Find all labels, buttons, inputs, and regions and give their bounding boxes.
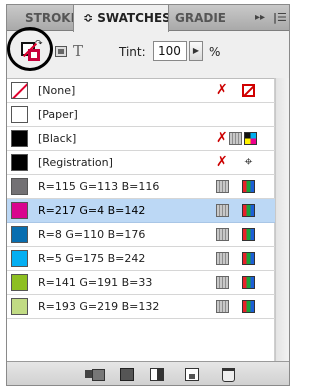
process-color-icon [216,180,229,193]
rgb-mode-icon [242,180,255,193]
delete-swatch-icon[interactable] [222,368,235,382]
tint-input[interactable] [153,41,187,61]
swatch-list-scrollbar[interactable] [275,78,289,361]
tint-percent-label: % [209,45,221,59]
swatch-row[interactable]: R=8 G=110 B=176 [7,223,275,247]
swatch-row[interactable]: R=115 G=113 B=116 [7,175,275,199]
swatch-row-none[interactable]: [None] ✗ [7,79,275,103]
swatch-chip [11,250,28,267]
rgb-mode-icon [242,276,255,289]
rgb-mode-icon [242,300,255,313]
panel-menu-icon[interactable]: |☰ [273,5,289,31]
swatch-name: R=141 G=191 B=33 [38,276,153,289]
cmyk-mode-icon [244,132,257,145]
process-color-icon [216,204,229,217]
swatch-name: [Paper] [38,108,78,121]
swatch-chip [11,106,28,123]
registration-icon: ⌖ [244,154,253,170]
swatch-chip [11,274,28,291]
swatch-name: [None] [38,84,76,97]
show-gradient-swatches-icon[interactable] [150,368,164,381]
tab-swatches[interactable]: ≎ SWATCHES [73,5,169,32]
none-color-icon [242,84,255,97]
rgb-mode-icon [242,252,255,265]
panel-tab-strip: STROKE ≎ SWATCHES GRADIENT ▸▸ |☰ [7,5,289,32]
swatch-row[interactable]: R=141 G=191 B=33 [7,271,275,295]
swatch-list[interactable]: [None] ✗ [Paper] [Black] ✗ [Registration… [7,78,275,361]
process-color-icon [216,252,229,265]
collapse-panel-icon[interactable]: ▸▸ [255,5,269,31]
swatch-chip [11,202,28,219]
swatch-name: R=193 G=219 B=132 [38,300,160,313]
show-all-swatches-icon[interactable] [85,368,105,381]
process-color-icon [229,132,242,145]
formatting-affects-text-icon[interactable]: T [73,42,83,60]
cannot-edit-icon: ✗ [216,82,228,98]
show-color-swatches-icon[interactable] [120,368,134,381]
swatch-name: R=8 G=110 B=176 [38,228,146,241]
formatting-affects-container-icon[interactable] [55,46,67,57]
tint-label: Tint: [119,45,146,59]
swatch-name: R=5 G=175 B=242 [38,252,146,265]
process-color-icon [216,228,229,241]
swatch-name: R=115 G=113 B=116 [38,180,160,193]
swatch-name: [Registration] [38,156,113,169]
swatch-row-registration[interactable]: [Registration] ✗ ⌖ [7,151,275,175]
swatch-chip [11,130,28,147]
swatches-bottom-toolbar [7,361,289,385]
cannot-edit-icon: ✗ [216,154,228,170]
swatch-name: R=217 G=4 B=142 [38,204,146,217]
swatch-chip [11,178,28,195]
process-color-icon [216,276,229,289]
process-color-icon [216,300,229,313]
swatch-row-paper[interactable]: [Paper] [7,103,275,127]
swatch-chip [11,298,28,315]
tab-gradient[interactable]: GRADIENT [175,5,225,31]
swatch-name: [Black] [38,132,77,145]
cannot-edit-icon: ✗ [216,130,228,146]
swatch-chip [11,154,28,171]
swatch-row[interactable]: R=5 G=175 B=242 [7,247,275,271]
tint-slider-arrow-icon[interactable]: ▶ [189,41,203,61]
swatch-chip [11,226,28,243]
swatch-row[interactable]: R=193 G=219 B=132 [7,295,275,319]
swatch-row-selected[interactable]: R=217 G=4 B=142 [7,199,275,223]
new-swatch-icon[interactable] [185,368,199,381]
swatch-row-black[interactable]: [Black] ✗ [7,127,275,151]
rgb-mode-icon [242,204,255,217]
swatches-panel: STROKE ≎ SWATCHES GRADIENT ▸▸ |☰ ↷ T Tin… [6,4,290,386]
annotation-circle [7,27,53,71]
rgb-mode-icon [242,228,255,241]
swatch-chip [11,82,28,99]
